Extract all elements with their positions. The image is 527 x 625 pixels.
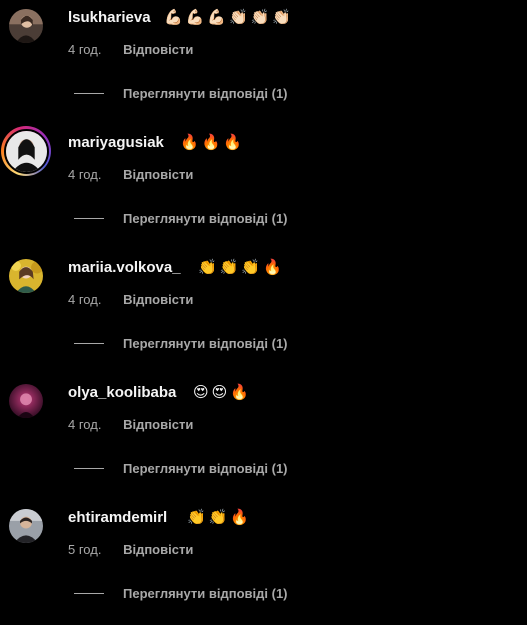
comment-meta: 4 год. Відповісти [68, 292, 193, 307]
replies-divider [74, 92, 104, 94]
comment-username[interactable]: ehtiramdemirl [68, 509, 167, 526]
comment-time: 4 год. [68, 42, 102, 57]
view-replies-button[interactable]: Переглянути відповіді (1) [74, 460, 288, 476]
avatar[interactable] [5, 5, 47, 47]
reply-button[interactable]: Відповісти [123, 417, 193, 432]
avatar-image [7, 382, 45, 420]
comment-meta: 4 год. Відповісти [68, 417, 193, 432]
view-replies-label: Переглянути відповіді (1) [123, 85, 288, 101]
comment-time: 4 год. [68, 167, 102, 182]
avatar[interactable] [5, 380, 47, 422]
comment-time: 5 год. [68, 542, 102, 557]
avatar-photo-icon [9, 384, 43, 418]
reply-button[interactable]: Відповісти [123, 292, 193, 307]
comment-text: 💪🏻💪🏻💪🏻👏🏻👏🏻👏🏻 [164, 8, 295, 26]
replies-divider [74, 592, 104, 594]
comment-meta: 4 год. Відповісти [68, 42, 193, 57]
comment-username[interactable]: mariyagusiak [68, 134, 164, 151]
comment-text: 🔥🔥🔥 [180, 133, 246, 151]
replies-divider [74, 467, 104, 469]
replies-divider [74, 342, 104, 344]
avatar[interactable] [5, 255, 47, 297]
comment-item: lsukharieva 💪🏻💪🏻💪🏻👏🏻👏🏻👏🏻 4 год. Відповіс… [0, 0, 527, 125]
comment-text: 👏👏🔥 [187, 508, 253, 526]
view-replies-label: Переглянути відповіді (1) [123, 460, 288, 476]
reply-button[interactable]: Відповісти [123, 542, 193, 557]
view-replies-button[interactable]: Переглянути відповіді (1) [74, 85, 288, 101]
avatar-story-ring[interactable] [1, 126, 51, 176]
comment-meta: 5 год. Відповісти [68, 542, 193, 557]
replies-divider [74, 217, 104, 219]
comment-username[interactable]: mariia.volkova_ [68, 259, 181, 276]
view-replies-label: Переглянути відповіді (1) [123, 210, 288, 226]
comment-username[interactable]: olya_koolibaba [68, 384, 176, 401]
comment-meta: 4 год. Відповісти [68, 167, 193, 182]
comment-item: mariyagusiak 🔥🔥🔥 4 год. Відповісти Перег… [0, 125, 527, 250]
comment-item: ehtiramdemirl 👏👏🔥 5 год. Відповісти Пере… [0, 500, 527, 625]
reply-button[interactable]: Відповісти [123, 167, 193, 182]
reply-button[interactable]: Відповісти [123, 42, 193, 57]
avatar-photo-icon [9, 509, 43, 543]
avatar-image [3, 128, 49, 174]
avatar-image [7, 7, 45, 45]
avatar-photo-icon [9, 259, 43, 293]
comment-text: 👏👏👏🔥 [198, 258, 285, 276]
avatar-image [7, 257, 45, 295]
avatar-photo-icon [5, 130, 47, 172]
comment-text: 😍😍🔥 [193, 383, 252, 401]
comment-item: olya_koolibaba 😍😍🔥 4 год. Відповісти Пер… [0, 375, 527, 500]
view-replies-button[interactable]: Переглянути відповіді (1) [74, 585, 288, 601]
comment-time: 4 год. [68, 292, 102, 307]
avatar-photo-icon [9, 9, 43, 43]
view-replies-button[interactable]: Переглянути відповіді (1) [74, 210, 288, 226]
comments-list: lsukharieva 💪🏻💪🏻💪🏻👏🏻👏🏻👏🏻 4 год. Відповіс… [0, 0, 527, 608]
view-replies-label: Переглянути відповіді (1) [123, 585, 288, 601]
avatar-image [7, 507, 45, 545]
comment-time: 4 год. [68, 417, 102, 432]
view-replies-button[interactable]: Переглянути відповіді (1) [74, 335, 288, 351]
view-replies-label: Переглянути відповіді (1) [123, 335, 288, 351]
comment-item: mariia.volkova_ 👏👏👏🔥 4 год. Відповісти П… [0, 250, 527, 375]
avatar[interactable] [5, 505, 47, 547]
comment-username[interactable]: lsukharieva [68, 9, 151, 26]
